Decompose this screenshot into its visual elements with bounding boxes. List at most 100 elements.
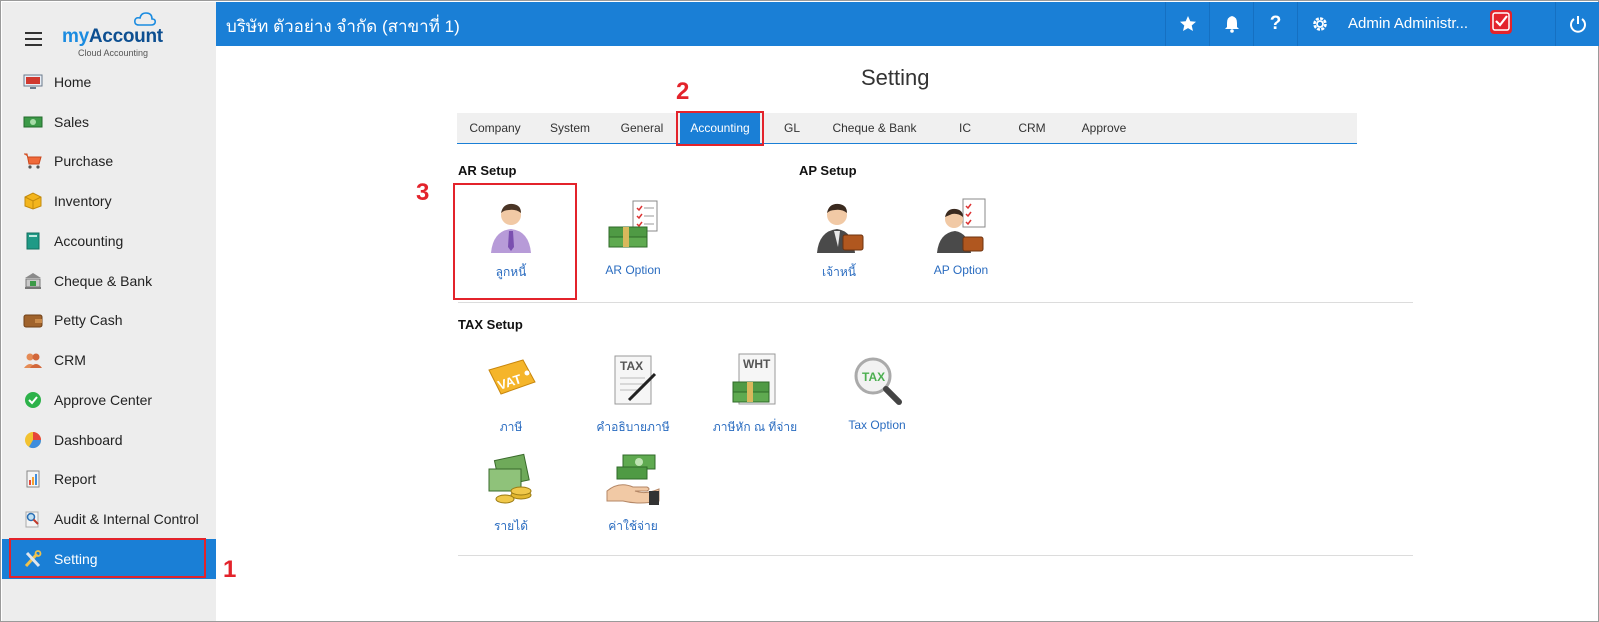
- sidebar-item-cheque-bank[interactable]: Cheque & Bank: [2, 261, 216, 301]
- box-icon: [24, 192, 42, 210]
- cart-icon: [24, 153, 42, 169]
- ap-option-tile[interactable]: AP Option: [906, 191, 1016, 291]
- tax-vat-tile[interactable]: VAT ภาษี: [456, 346, 566, 446]
- tax-magnifier-icon: TAX: [854, 357, 902, 405]
- tile-label: ค่าใช้จ่าย: [608, 519, 658, 533]
- bank-icon: [25, 273, 41, 289]
- sidebar-item-dashboard[interactable]: Dashboard: [2, 420, 216, 460]
- annotation-marker-3: 3: [416, 179, 430, 206]
- tab-system[interactable]: System: [535, 113, 605, 143]
- tab-accounting[interactable]: Accounting: [680, 113, 760, 143]
- tab-approve[interactable]: Approve: [1069, 113, 1139, 143]
- tile-label: AP Option: [933, 263, 989, 277]
- tile-label: เจ้าหนี้: [822, 265, 856, 279]
- tile-label: ภาษีหัก ณ ที่จ่าย: [712, 420, 798, 434]
- power-icon: [1569, 16, 1586, 33]
- tax-option-text: TAX: [862, 370, 885, 384]
- tile-label: คำอธิบายภาษี: [596, 420, 670, 434]
- notifications-button[interactable]: [1209, 2, 1253, 46]
- annotation-marker-1: 1: [223, 556, 237, 583]
- ar-setup-heading: AR Setup: [458, 163, 517, 178]
- sidebar-item-crm[interactable]: CRM: [2, 340, 216, 380]
- tab-ic[interactable]: IC: [935, 113, 995, 143]
- sidebar-item-label: Accounting: [54, 233, 124, 249]
- tab-cheque-bank[interactable]: Cheque & Bank: [822, 113, 927, 143]
- sidebar-item-setting[interactable]: Setting: [2, 539, 216, 579]
- logo-row: myAccount Cloud Accounting: [2, 2, 216, 64]
- hamburger-menu-icon[interactable]: [25, 32, 42, 46]
- tile-label: ภาษี: [499, 420, 523, 434]
- sidebar-item-label: Cheque & Bank: [54, 273, 153, 289]
- gear-icon: [1312, 17, 1327, 31]
- favorites-button[interactable]: [1165, 2, 1209, 46]
- customer-person-icon: [491, 203, 531, 253]
- user-menu[interactable]: Admin Administr...: [1348, 15, 1468, 32]
- sidebar-item-label: Purchase: [54, 153, 114, 169]
- sidebar-item-label: Inventory: [54, 193, 112, 209]
- tab-gl[interactable]: GL: [767, 113, 817, 143]
- tax-description-tile[interactable]: TAX คำอธิบายภาษี: [578, 346, 688, 446]
- ar-option-tile[interactable]: AR Option: [578, 191, 688, 291]
- wht-text: WHT: [743, 357, 771, 371]
- sidebar-item-accounting[interactable]: Accounting: [2, 221, 216, 261]
- sidebar-item-label: Setting: [54, 551, 98, 567]
- ap-creditor-tile[interactable]: เจ้าหนี้: [784, 191, 894, 291]
- audit-shield-button[interactable]: [1486, 8, 1516, 38]
- tax-text: TAX: [620, 359, 643, 373]
- businessman-briefcase-icon: [817, 203, 864, 253]
- bell-icon: [1224, 16, 1239, 33]
- people-icon: [24, 353, 42, 368]
- home-monitor-icon: [23, 74, 43, 89]
- section-divider: [458, 302, 1413, 303]
- report-icon: [26, 470, 40, 488]
- tile-label: ลูกหนี้: [495, 265, 527, 279]
- wallet-icon: [23, 314, 43, 328]
- tax-withholding-tile[interactable]: WHT ภาษีหัก ณ ที่จ่าย: [700, 346, 810, 446]
- logout-button[interactable]: [1555, 2, 1599, 46]
- settings-button[interactable]: [1297, 2, 1341, 46]
- logo-account: Account: [88, 26, 163, 47]
- sidebar-item-approve-center[interactable]: Approve Center: [2, 380, 216, 420]
- sidebar-item-report[interactable]: Report: [2, 459, 216, 499]
- star-icon: [1179, 16, 1196, 31]
- app-logo: myAccount Cloud Accounting: [62, 12, 172, 60]
- sidebar-item-label: Sales: [54, 114, 90, 130]
- tile-label: AR Option: [605, 263, 661, 277]
- sidebar-item-sales[interactable]: Sales: [2, 102, 216, 142]
- sidebar-item-petty-cash[interactable]: Petty Cash: [2, 300, 216, 340]
- tools-icon: [24, 550, 42, 568]
- sidebar-item-purchase[interactable]: Purchase: [2, 141, 216, 181]
- pie-chart-icon: [25, 432, 42, 449]
- ap-setup-heading: AP Setup: [799, 163, 857, 178]
- help-button[interactable]: ?: [1253, 2, 1297, 46]
- tax-expense-tile[interactable]: ค่าใช้จ่าย: [578, 445, 688, 545]
- tab-crm[interactable]: CRM: [1002, 113, 1062, 143]
- check-circle-icon: [25, 392, 41, 408]
- annotation-marker-2: 2: [676, 78, 690, 105]
- tax-option-tile[interactable]: TAX Tax Option: [822, 346, 932, 446]
- question-mark-icon: ?: [1269, 13, 1282, 34]
- cloud-icon: [134, 12, 156, 26]
- sidebar-item-label: Home: [54, 74, 92, 90]
- sidebar-item-inventory[interactable]: Inventory: [2, 181, 216, 221]
- settings-tab-bar: Company System General Accounting GL Che…: [457, 113, 1357, 144]
- tile-label: รายได้: [493, 519, 529, 533]
- tile-label: Tax Option: [848, 418, 906, 432]
- ar-debtor-tile[interactable]: ลูกหนี้: [456, 191, 566, 291]
- hand-money-icon: [606, 454, 660, 505]
- tax-setup-heading: TAX Setup: [458, 317, 523, 332]
- company-name: บริษัท ตัวอย่าง จำกัด (สาขาที่ 1): [226, 17, 460, 36]
- section-divider: [458, 555, 1413, 556]
- tax-income-tile[interactable]: รายได้: [456, 445, 566, 545]
- sidebar-item-label: CRM: [54, 352, 86, 368]
- sidebar-item-label: Petty Cash: [54, 312, 123, 328]
- tab-company[interactable]: Company: [457, 113, 533, 143]
- sidebar-item-home[interactable]: Home: [2, 62, 216, 102]
- sidebar-item-audit[interactable]: Audit & Internal Control: [2, 499, 216, 539]
- money-coins-icon: [488, 453, 532, 504]
- sidebar-item-label: Dashboard: [54, 432, 123, 448]
- sidebar: myAccount Cloud Accounting Home Sales Pu…: [2, 2, 216, 621]
- money-checklist-icon: [608, 200, 658, 248]
- shield-check-icon: [1490, 10, 1512, 34]
- tab-general[interactable]: General: [607, 113, 677, 143]
